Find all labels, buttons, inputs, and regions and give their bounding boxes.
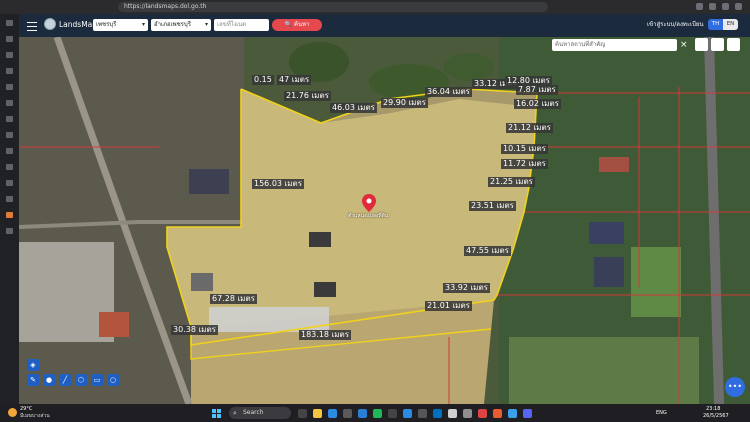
sidebar-icon[interactable] bbox=[6, 196, 13, 202]
distance-label: 23.51 เมตร bbox=[469, 201, 516, 211]
sidebar-icon[interactable] bbox=[6, 164, 13, 170]
sidebar-icon[interactable] bbox=[6, 148, 13, 154]
app-icon[interactable] bbox=[523, 409, 532, 418]
distance-label: 183.18 เมตร bbox=[299, 330, 352, 340]
keyboard-icon[interactable] bbox=[711, 38, 724, 51]
lang-th-button[interactable]: TH bbox=[708, 19, 723, 30]
logo bbox=[44, 18, 56, 30]
mail-icon[interactable] bbox=[358, 409, 367, 418]
circle-icon[interactable]: ○ bbox=[107, 374, 119, 386]
app-icon[interactable] bbox=[388, 409, 397, 418]
satellite-imagery bbox=[19, 37, 750, 404]
menu-icon[interactable] bbox=[735, 3, 742, 10]
sidebar-icon[interactable] bbox=[6, 68, 13, 74]
layer-toggle-icon[interactable]: ◈ bbox=[27, 359, 39, 371]
distance-label: 47 เมตร bbox=[277, 75, 312, 85]
sidebar-icon[interactable] bbox=[6, 132, 13, 138]
measure-icon[interactable]: ✎ bbox=[27, 374, 39, 386]
chevron-down-icon: ▾ bbox=[204, 21, 208, 28]
search-icon: ⌕ bbox=[233, 409, 237, 417]
more-button[interactable]: ••• bbox=[725, 377, 745, 397]
distance-label: 156.03 เมตร bbox=[252, 179, 305, 189]
distance-label: 47.55 เมตร bbox=[464, 246, 511, 256]
distance-label: 29.90 เมตร bbox=[381, 98, 428, 108]
browser-toolbar: https://landsmaps.dol.go.th bbox=[0, 0, 750, 14]
sidebar-icon[interactable] bbox=[6, 36, 13, 42]
distance-label: 7.87 เมตร bbox=[516, 85, 558, 95]
close-icon[interactable]: × bbox=[680, 39, 690, 51]
layers-icon[interactable] bbox=[727, 38, 740, 51]
sidebar-icon[interactable] bbox=[6, 212, 13, 218]
distance-label: 30.38 เมตร bbox=[171, 325, 218, 335]
distance-label: 0.15 bbox=[252, 75, 274, 85]
province-select[interactable]: เพชรบุรี ▾ bbox=[93, 19, 148, 31]
windows-start-icon[interactable] bbox=[212, 409, 221, 418]
marker-icon[interactable]: ● bbox=[43, 374, 55, 386]
distance-label: 21.25 เมตร bbox=[488, 177, 535, 187]
app-icon[interactable] bbox=[298, 409, 307, 418]
rectangle-icon[interactable]: ▭ bbox=[91, 374, 103, 386]
clock-date[interactable]: 26/5/2567 bbox=[703, 412, 729, 420]
extension-icon[interactable] bbox=[709, 3, 716, 10]
weather-status: มีเมฆบางส่วน bbox=[20, 413, 50, 419]
extension-icon[interactable] bbox=[696, 3, 703, 10]
map-view[interactable]: 0.15 47 เมตร 21.76 เมตร 46.03 เมตร 29.90… bbox=[19, 37, 750, 404]
search-button[interactable]: 🔍 ค้นหา bbox=[272, 19, 322, 31]
browser-toolbar-icons bbox=[696, 3, 742, 10]
home-icon[interactable] bbox=[695, 38, 708, 51]
app-icon[interactable] bbox=[433, 409, 442, 418]
taskbar-search[interactable]: ⌕ Search bbox=[229, 407, 291, 419]
browser-sidebar bbox=[0, 14, 19, 404]
sidebar-icon[interactable] bbox=[6, 116, 13, 122]
app-icon[interactable] bbox=[463, 409, 472, 418]
distance-label: 16.02 เมตร bbox=[514, 99, 561, 109]
weather-icon[interactable] bbox=[8, 408, 17, 417]
distance-label: 21.76 เมตร bbox=[284, 91, 331, 101]
spotify-icon[interactable] bbox=[373, 409, 382, 418]
hamburger-menu-icon[interactable] bbox=[27, 22, 37, 31]
taskbar: 29°C มีเมฆบางส่วน ⌕ Search ENG 23:18 26/5… bbox=[0, 404, 750, 422]
folder-icon[interactable] bbox=[313, 409, 322, 418]
distance-label: 21.12 เมตร bbox=[506, 123, 553, 133]
distance-label: 10.15 เมตร bbox=[501, 144, 548, 154]
brave-icon[interactable] bbox=[478, 409, 487, 418]
chevron-down-icon: ▾ bbox=[141, 21, 145, 28]
add-icon[interactable] bbox=[6, 228, 13, 234]
app-icon[interactable] bbox=[493, 409, 502, 418]
language-indicator[interactable]: ENG bbox=[656, 409, 667, 417]
distance-label: 67.28 เมตร bbox=[210, 294, 257, 304]
sidebar-icon[interactable] bbox=[6, 20, 13, 26]
distance-label: 46.03 เมตร bbox=[330, 103, 377, 113]
sidebar-icon[interactable] bbox=[6, 100, 13, 106]
app-icon[interactable] bbox=[508, 409, 517, 418]
app-icon[interactable] bbox=[448, 409, 457, 418]
sidebar-icon[interactable] bbox=[6, 180, 13, 186]
parcel-number-input[interactable]: เลขที่โฉนด bbox=[214, 19, 269, 31]
polygon-icon[interactable]: ⬡ bbox=[75, 374, 87, 386]
distance-label: 11.72 เมตร bbox=[501, 159, 548, 169]
lang-en-button[interactable]: EN bbox=[723, 19, 738, 30]
place-search-input[interactable]: ค้นหาสถานที่สำคัญ bbox=[552, 39, 677, 51]
distance-label: 21.01 เมตร bbox=[425, 301, 472, 311]
distance-label: 33.92 เมตร bbox=[443, 283, 490, 293]
distance-label: 36.04 เมตร bbox=[425, 87, 472, 97]
line-icon[interactable]: ╱ bbox=[59, 374, 71, 386]
district-select[interactable]: อำเภอเพชรบุรี ▾ bbox=[151, 19, 211, 31]
store-icon[interactable] bbox=[343, 409, 352, 418]
app-icon[interactable] bbox=[418, 409, 427, 418]
edge-icon[interactable] bbox=[328, 409, 337, 418]
app-icon[interactable] bbox=[403, 409, 412, 418]
parcel-label: ตำแหน่งแปลงที่ดิน bbox=[348, 213, 389, 219]
address-bar[interactable]: https://landsmaps.dol.go.th bbox=[118, 2, 548, 12]
sidebar-icon[interactable] bbox=[6, 84, 13, 90]
app-header: LandsMaps เพชรบุรี ▾ อำเภอเพชรบุรี ▾ เลขที… bbox=[19, 14, 750, 37]
login-link[interactable]: เข้าสู่ระบบ/ลงทะเบียน bbox=[647, 18, 704, 32]
extension-icon[interactable] bbox=[722, 3, 729, 10]
sidebar-icon[interactable] bbox=[6, 52, 13, 58]
